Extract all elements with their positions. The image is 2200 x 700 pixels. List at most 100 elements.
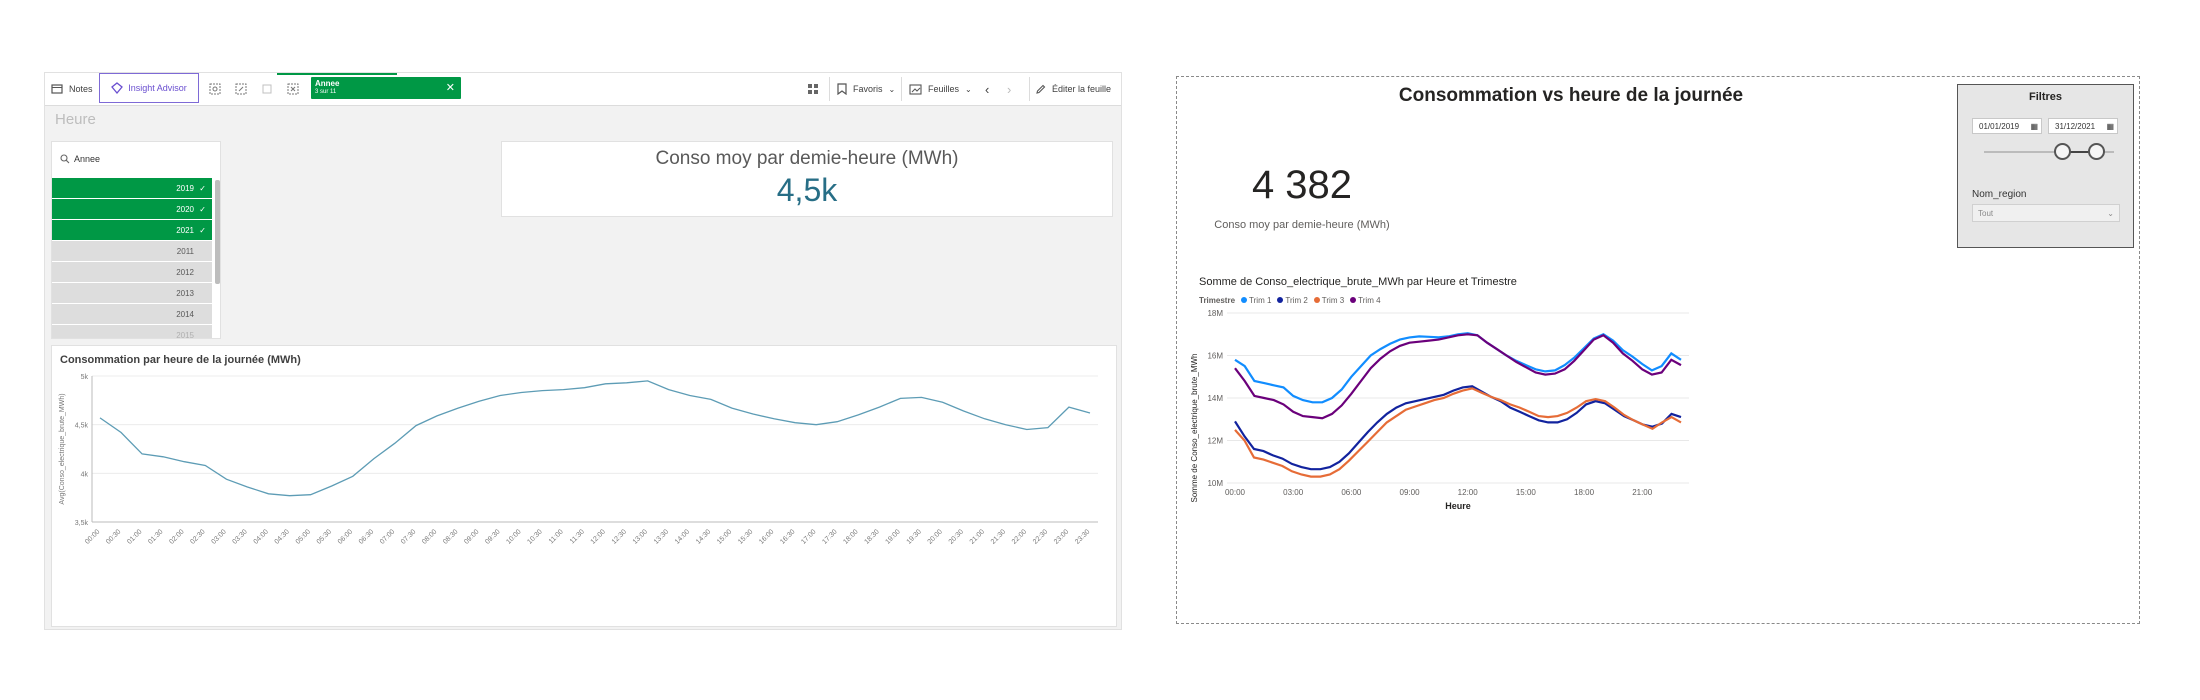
filter-item[interactable]: 2015 [52,325,212,339]
x-tick-label: 06:00 [337,528,354,545]
x-tick-label: 03:00 [210,528,227,545]
x-tick-label: 05:30 [316,528,333,545]
filter-field-label: Annee [74,154,101,164]
legend-item-trim4[interactable]: Trim 4 [1350,296,1381,305]
x-tick-label: 22:30 [1032,528,1049,545]
next-sheet-button[interactable]: › [1007,73,1011,105]
calendar-icon[interactable]: ▦ [2106,119,2114,135]
legend-item-trim2[interactable]: Trim 2 [1277,296,1308,305]
step-back-button[interactable] [261,73,273,105]
legend-marker [1277,297,1284,303]
x-tick-label: 09:30 [484,528,501,545]
filter-item[interactable]: 2021 [52,220,212,241]
x-tick-label: 00:00 [1225,488,1246,497]
grid-view-button[interactable] [807,73,820,105]
legend-marker [1350,297,1357,303]
x-tick-label: 02:00 [168,528,185,545]
x-tick-label: 05:00 [295,528,312,545]
filter-item[interactable]: 2011 [52,241,212,262]
x-tick-label: 13:00 [632,528,649,545]
x-tick-label: 22:00 [1011,528,1028,545]
x-tick-label: 21:00 [1632,488,1653,497]
filter-item-label: 2015 [176,331,194,339]
clear-selections-button[interactable] [287,73,299,105]
x-tick-label: 15:00 [716,528,733,545]
x-tick-label: 01:00 [126,528,143,545]
selection-field: Annee [315,79,340,88]
x-tick-label: 12:00 [590,528,607,545]
kpi-value: 4,5k [776,172,838,208]
filter-item[interactable]: 2019 [52,178,212,199]
legend-item-trim1[interactable]: Trim 1 [1241,296,1271,305]
grid-icon [808,83,818,94]
qlik-sheet: Notes Insight Advisor Annee 3 sur 11 ✕ F… [44,72,1122,630]
smart-search-button[interactable] [209,73,221,105]
hourly-line-chart[interactable]: 3,5k 4k 4,5k 5k 00:00 00:30 01:00 01:30 02:00 02:… [52,346,1116,626]
report-title: Consommation vs heure de la journée [1398,85,1744,106]
end-date-value: 31/12/2021 [2055,122,2096,131]
filter-item[interactable]: 2013 [52,283,212,304]
x-tick-label: 20:30 [948,528,965,545]
filter-item[interactable]: 2020 [52,199,212,220]
search-icon [60,154,70,164]
x-tick-label: 15:00 [1516,488,1537,497]
x-tick-label: 07:00 [379,528,396,545]
kpi-card: Conso moy par demie-heure (MWh) 4,5k [501,141,1113,217]
legend-item-trim3[interactable]: Trim 3 [1313,296,1344,305]
filter-search[interactable]: Annee [52,142,220,176]
y-axis-title: Avg(Conso_electrique_brute_MWh) [59,393,66,504]
x-tick-label: 16:30 [779,528,796,545]
quarterly-line-chart[interactable]: 10M 12M 14M 16M 18M 00:00 03:00 06:00 09:00 12:00… [1177,307,1717,587]
toolbar-divider [901,77,902,101]
previous-sheet-button[interactable]: ‹ [985,73,989,105]
x-tick-label: 02:30 [189,528,206,545]
selection-chip[interactable]: Annee 3 sur 11 ✕ [311,77,461,99]
edit-sheet-button[interactable]: Éditer la feuille [1035,73,1111,105]
x-tick-label: 15:30 [737,528,754,545]
end-date-input[interactable]: 31/12/2021 ▦ [2048,118,2118,134]
close-icon[interactable]: ✕ [446,81,455,94]
notes-button[interactable]: Notes [51,73,93,105]
x-tick-label: 20:00 [927,528,944,545]
edit-sheet-label: Éditer la feuille [1052,84,1112,94]
lasso-icon [235,83,247,95]
x-tick-label: 23:30 [1074,528,1091,545]
calendar-icon[interactable]: ▦ [2030,119,2038,135]
qlik-toolbar: Notes Insight Advisor Annee 3 sur 11 ✕ F… [45,73,1121,106]
x-tick-label: 19:30 [906,528,923,545]
lasso-select-button[interactable] [235,73,247,105]
selection-detail: 3 sur 11 [315,89,337,95]
filter-item-label: 2012 [176,268,194,277]
filter-item[interactable]: 2014 [52,304,212,325]
start-date-input[interactable]: 01/01/2019 ▦ [1972,118,2042,134]
filter-scrollbar[interactable] [215,180,220,284]
series-line-trim-3 [1234,387,1682,478]
start-date-value: 01/01/2019 [1979,122,2020,131]
x-tick-label: 23:00 [1053,528,1070,545]
y-tick-label: 10M [1207,479,1223,488]
x-tick-label: 11:30 [569,528,586,545]
favoris-menu[interactable]: Favoris ⌄ [837,73,895,105]
insight-label: Insight Advisor [128,83,187,93]
feuilles-menu[interactable]: Feuilles ⌄ [909,73,972,105]
y-tick-label: 5k [81,374,89,381]
x-tick-label: 10:30 [526,528,543,545]
series-line-trim-4 [1234,333,1682,420]
x-tick-label: 12:00 [1458,488,1479,497]
filter-item[interactable]: 2012 [52,262,212,283]
region-value: Tout [1978,209,1994,218]
x-tick-label: 16:00 [758,528,775,545]
legend-label: Trim 2 [1285,296,1308,305]
legend-label: Trim 1 [1249,296,1272,305]
legend-marker [1313,297,1320,303]
x-tick-label: 19:00 [884,528,901,545]
x-tick-label: 00:30 [105,528,122,545]
slider-end-handle[interactable] [2088,143,2105,160]
region-dropdown[interactable]: Tout ⌄ [1972,204,2120,222]
year-filter-pane: Annee 2019 2020 2021 2011 2012 2013 2014… [51,141,221,339]
toolbar-divider [1029,77,1030,101]
insight-advisor-button[interactable]: Insight Advisor [99,73,199,103]
x-tick-label: 00:00 [84,528,101,545]
slider-start-handle[interactable] [2054,143,2071,160]
x-tick-label: 01:30 [147,528,164,545]
